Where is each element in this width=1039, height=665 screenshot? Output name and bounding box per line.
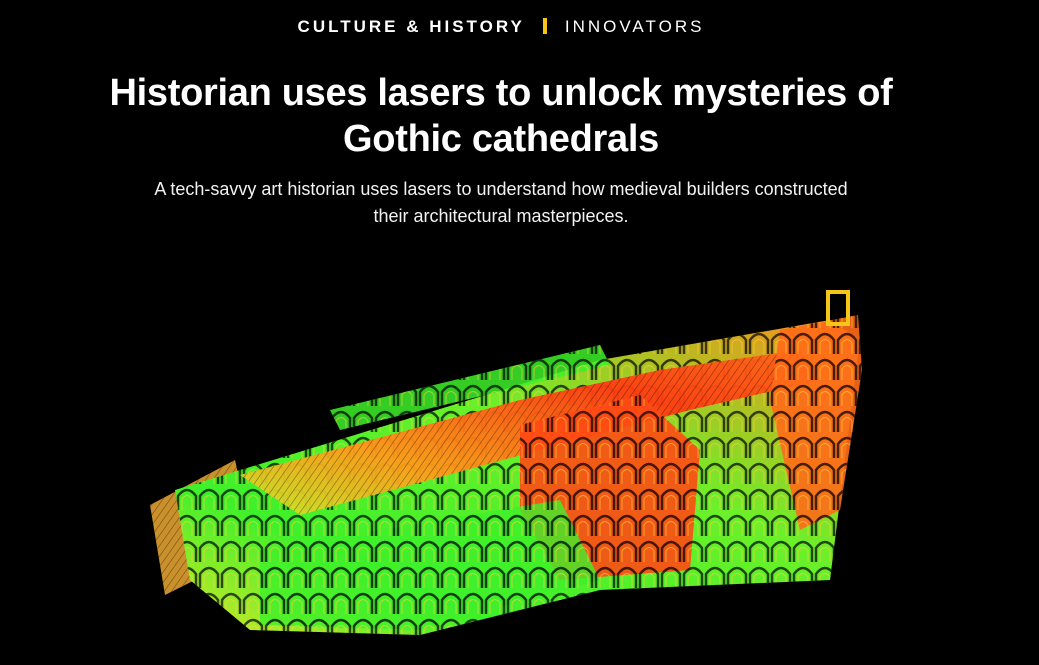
subcategory-link[interactable]: INNOVATORS: [565, 17, 705, 36]
eyebrow-separator: [542, 18, 547, 34]
category-link[interactable]: CULTURE & HISTORY: [298, 17, 525, 36]
category-eyebrow: CULTURE & HISTORY INNOVATORS: [0, 17, 1002, 37]
article-page: CULTURE & HISTORY INNOVATORS Historian us…: [0, 0, 1039, 665]
article-title: Historian uses lasers to unlock mysterie…: [109, 72, 893, 160]
article-dek: A tech-savvy art historian uses lasers t…: [154, 179, 848, 226]
laser-scan-cathedral-illustration: [150, 290, 862, 635]
hero-image: [0, 250, 1039, 665]
